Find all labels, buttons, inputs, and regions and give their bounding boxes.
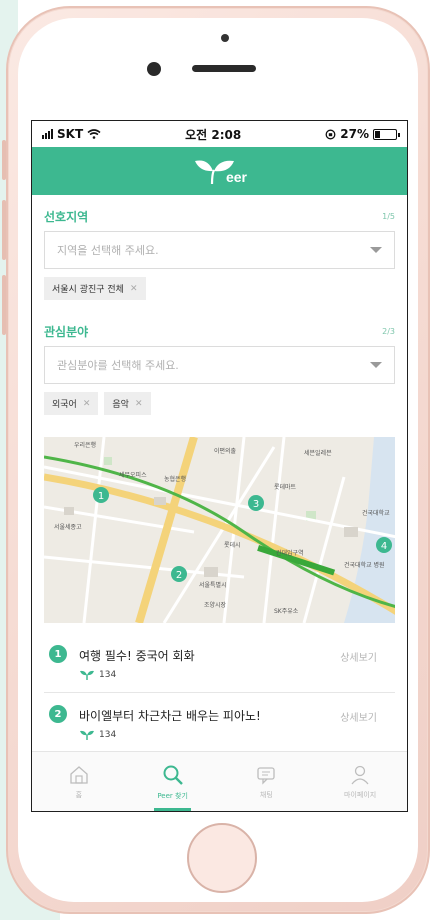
region-title: 선호지역: [44, 209, 89, 224]
tab-label: 채팅: [259, 790, 273, 799]
region-counter: 1/5: [382, 211, 395, 221]
interest-counter: 2/3: [382, 326, 395, 336]
region-section: 선호지역 1/5 지역을 선택해 주세요. 서울시 광진구 전체 ✕: [32, 207, 407, 300]
map-label: 농협은행: [164, 475, 186, 483]
map-label: 서울특별시: [199, 581, 227, 589]
sprout-icon: [80, 730, 94, 740]
tab-label: 마이페이지: [344, 790, 377, 799]
map-view[interactable]: 1 2 3 4 우리은행 세븐일레븐 이편의출 세무오피스 농협은행 롯데마트 …: [44, 437, 395, 623]
front-camera: [147, 62, 161, 76]
tab-peer-search[interactable]: Peer 찾기: [126, 752, 220, 811]
chip-label: 음악: [112, 400, 129, 410]
interest-select[interactable]: 관심분야를 선택해 주세요.: [44, 346, 395, 384]
tab-home[interactable]: 홈: [32, 752, 126, 811]
battery-icon: [372, 128, 400, 140]
map-graphic: 1 2 3 4 우리은행 세븐일레븐 이편의출 세무오피스 농협은행 롯데마트 …: [44, 437, 395, 623]
map-label: 이편의출: [214, 447, 237, 455]
clock: 오전 2:08: [185, 127, 242, 142]
front-sensor: [221, 34, 229, 42]
chip-label: 서울시 광진구 전체: [52, 285, 124, 295]
chip-label: 외국어: [52, 400, 77, 410]
map-label: SK주유소: [274, 608, 299, 615]
map-label: 건국대학교 병원: [344, 561, 385, 569]
item-count: 134: [99, 670, 117, 680]
map-label: 롯데마트: [274, 483, 297, 491]
side-button-mute: [2, 140, 6, 180]
battery-level: [374, 130, 380, 138]
close-icon[interactable]: ✕: [135, 399, 143, 409]
map-marker-3: 3: [253, 499, 259, 510]
tab-chat[interactable]: 채팅: [220, 752, 314, 811]
tab-label: Peer 찾기: [157, 791, 188, 800]
chat-icon: [257, 766, 276, 785]
region-chips: 서울시 광진구 전체 ✕: [44, 277, 395, 300]
interest-chips: 외국어 ✕ 음악 ✕: [44, 392, 395, 415]
interest-placeholder: 관심분야를 선택해 주세요.: [57, 359, 179, 372]
orientation-lock-icon: [325, 129, 336, 139]
peer-logo: eer: [192, 156, 247, 186]
peer-list: 1 여행 필수! 중국어 회화 134 상세보기 2 바이엘부터 차근차근 배우…: [32, 633, 407, 753]
interest-chip[interactable]: 외국어 ✕: [44, 392, 99, 415]
region-select[interactable]: 지역을 선택해 주세요.: [44, 231, 395, 269]
carrier-name: SKT: [57, 127, 84, 141]
app-screen: SKT 오전 2:08 27% eer 선호지역 1/5 지역을 선택해 주세요…: [31, 120, 408, 812]
item-number: 1: [49, 645, 67, 663]
item-meta: 134: [79, 670, 395, 680]
interest-chip[interactable]: 음악 ✕: [104, 392, 151, 415]
search-icon: [163, 765, 183, 785]
map-label: 건대입구역: [276, 549, 304, 557]
wifi-icon: [87, 129, 101, 139]
map-marker-2: 2: [176, 570, 182, 581]
side-button-volume-up: [2, 200, 6, 260]
map-label: 조양시장: [204, 601, 227, 609]
close-icon[interactable]: ✕: [83, 399, 91, 409]
tab-label: 홈: [75, 790, 83, 799]
bottom-tab-bar: 홈 Peer 찾기 채팅 마이페이지: [32, 751, 407, 811]
interest-title: 관심분야: [44, 324, 89, 339]
interest-section: 관심분야 2/3 관심분야를 선택해 주세요. 외국어 ✕ 음악 ✕: [32, 322, 407, 415]
list-item[interactable]: 2 바이엘부터 차근차근 배우는 피아노! 134 상세보기: [44, 693, 395, 753]
close-icon[interactable]: ✕: [130, 284, 138, 294]
chevron-down-icon: [370, 247, 382, 253]
map-label: 세븐일레븐: [304, 449, 332, 457]
map-label: 세무오피스: [119, 471, 147, 479]
tab-mypage[interactable]: 마이페이지: [313, 752, 407, 811]
list-item[interactable]: 1 여행 필수! 중국어 회화 134 상세보기: [44, 633, 395, 693]
home-icon: [70, 765, 88, 784]
item-count: 134: [99, 730, 117, 740]
home-button[interactable]: [187, 823, 257, 893]
region-placeholder: 지역을 선택해 주세요.: [57, 244, 159, 257]
app-header: eer: [32, 147, 407, 195]
map-marker-4: 4: [381, 541, 387, 552]
signal-icon: [42, 129, 53, 139]
map-label: 건국대학교: [362, 509, 390, 517]
status-bar: SKT 오전 2:08 27%: [32, 121, 407, 147]
map-marker-1: 1: [98, 491, 104, 502]
earpiece-speaker: [192, 65, 256, 72]
map-label: 우리은행: [74, 441, 96, 449]
item-meta: 134: [79, 730, 395, 740]
item-number: 2: [49, 705, 67, 723]
map-label: 서울세종고: [54, 523, 82, 531]
sprout-icon: [80, 670, 94, 680]
chevron-down-icon: [370, 362, 382, 368]
battery-percent: 27%: [340, 127, 369, 141]
detail-link[interactable]: 상세보기: [340, 649, 377, 664]
detail-link[interactable]: 상세보기: [340, 709, 377, 724]
logo-text: eer: [225, 169, 248, 185]
region-chip[interactable]: 서울시 광진구 전체 ✕: [44, 277, 146, 300]
side-button-volume-down: [2, 275, 6, 335]
user-icon: [351, 765, 369, 784]
map-label: 롯데시: [224, 541, 241, 549]
